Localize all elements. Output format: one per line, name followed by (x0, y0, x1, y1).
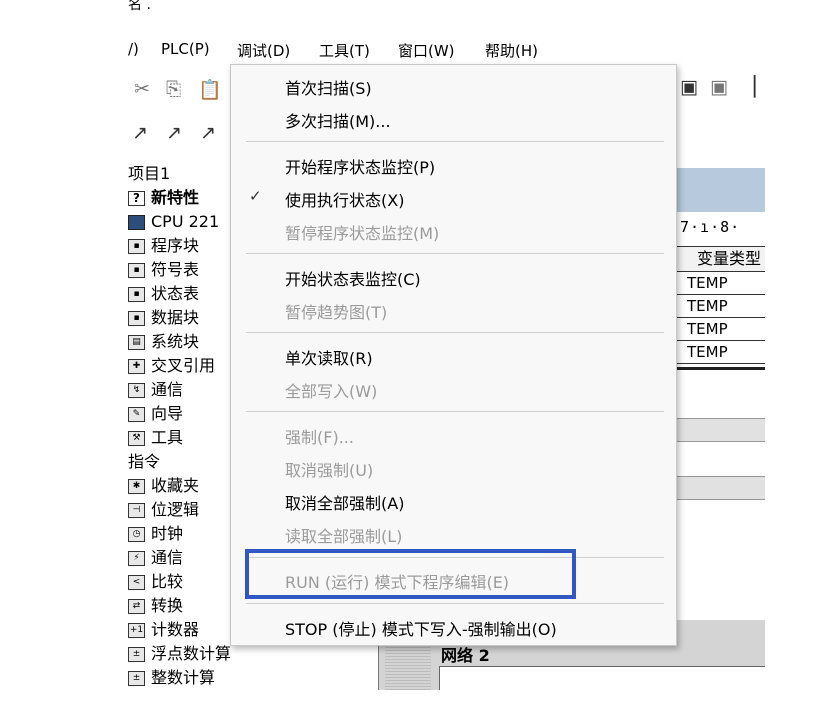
status-table-icon: ▪ (128, 287, 145, 302)
table-row[interactable]: TEMP (676, 295, 765, 318)
contact-arrow-icon[interactable]: ↗ (132, 122, 148, 144)
tree-bit-logic[interactable]: ⊣ 位逻辑 (128, 498, 199, 522)
menu-debug[interactable]: 调试(D) (237, 40, 290, 61)
network-icon[interactable]: ▣ (680, 76, 698, 98)
menu-item-start-program-monitor[interactable]: 开始程序状态监控(P) (231, 151, 676, 177)
tree-convert[interactable]: ⇄ 转换 (128, 594, 183, 618)
comm-icon: ↯ (128, 383, 145, 398)
menu-item-start-table-monitor[interactable]: 开始状态表监控(C) (231, 263, 676, 289)
tree-wizard[interactable]: ✎ 向导 (128, 402, 183, 426)
table-row[interactable]: TEMP (676, 318, 765, 341)
tree-cpu[interactable]: CPU 221 (128, 210, 219, 234)
tree-project[interactable]: 项目1 (128, 162, 170, 186)
tree-float-math[interactable]: ± 浮点数计算 (128, 642, 231, 666)
menu-tools[interactable]: 工具(T) (319, 40, 370, 61)
menu-bar: /) PLC(P) 调试(D) 工具(T) 窗口(W) 帮助(H) (128, 36, 765, 62)
coil-arrow-icon[interactable]: ↗ (166, 122, 182, 144)
title-band (676, 168, 765, 212)
menu-separator (246, 603, 664, 604)
menu-item-stop-mode-write[interactable]: STOP (停止) 模式下写入-强制输出(O) (231, 613, 676, 639)
tree-comm-instr[interactable]: ⚡ 通信 (128, 546, 183, 570)
tree-counter[interactable]: +1 计数器 (128, 618, 199, 642)
tree-clock[interactable]: ◷ 时钟 (128, 522, 183, 546)
tree-int-math[interactable]: ± 整数计算 (128, 666, 215, 690)
tree-program-block[interactable]: ▪ 程序块 (128, 234, 199, 258)
tree-compare[interactable]: < 比较 (128, 570, 183, 594)
tools-icon: ⚒ (128, 431, 145, 446)
tree-cross-ref[interactable]: ✚ 交叉引用 (128, 354, 215, 378)
menu-item-multi-scan[interactable]: 多次扫描(M)... (231, 105, 676, 131)
annotation-highlight-box (245, 549, 576, 599)
check-icon: ✓ (249, 187, 262, 205)
compare-icon: < (128, 575, 145, 590)
var-type-header: 变量类型 (676, 246, 765, 272)
menu-separator (246, 411, 664, 412)
menu-window[interactable]: 窗口(W) (398, 40, 455, 61)
table-divider (676, 367, 765, 370)
float-math-icon: ± (128, 647, 145, 662)
menu-view-partial[interactable]: /) (128, 40, 139, 58)
splitter-bar[interactable] (676, 418, 765, 442)
tree-data-block[interactable]: ▪ 数据块 (128, 306, 199, 330)
variable-table: 变量类型 TEMP TEMP TEMP TEMP (676, 246, 765, 370)
menu-item-pause-program-monitor: 暂停程序状态监控(M) (285, 224, 440, 243)
wizard-icon: ✎ (128, 407, 145, 422)
table-row[interactable]: TEMP (676, 272, 765, 295)
menu-item-force: 强制(F)... (285, 428, 354, 447)
window-title-fragment: 名 . (128, 0, 151, 13)
menu-item-first-scan[interactable]: 首次扫描(S) (231, 72, 676, 98)
menu-help[interactable]: 帮助(H) (485, 40, 538, 61)
cut-icon[interactable]: ✂ (134, 78, 150, 100)
tree-symbol-table[interactable]: ▪ 符号表 (128, 258, 199, 282)
bit-logic-icon: ⊣ (128, 503, 145, 518)
favorites-icon: ✱ (128, 479, 145, 494)
comm-instr-icon: ⚡ (128, 551, 145, 566)
tree-favorites[interactable]: ✱ 收藏夹 (128, 474, 199, 498)
menu-item-write-all: 全部写入(W) (285, 382, 378, 401)
menu-item-unforce: 取消强制(U) (285, 461, 374, 480)
symbol-table-icon: ▪ (128, 263, 145, 278)
menu-separator (246, 332, 664, 333)
copy-icon[interactable]: ⎘ (166, 78, 181, 100)
tree-new-features[interactable]: ? 新特性 (128, 186, 199, 210)
tree-instructions[interactable]: 指令 (128, 450, 160, 474)
counter-icon: +1 (128, 623, 145, 638)
menu-plc[interactable]: PLC(P) (161, 40, 210, 58)
clock-icon: ◷ (128, 527, 145, 542)
cpu-icon (128, 215, 145, 230)
convert-icon: ⇄ (128, 599, 145, 614)
tree-tools[interactable]: ⚒ 工具 (128, 426, 183, 450)
menu-item-use-exec-status[interactable]: ✓ 使用执行状态(X) (231, 184, 676, 210)
program-block-icon: ▪ (128, 239, 145, 254)
network-alt-icon[interactable]: ▣ (710, 76, 728, 98)
splitter-bar[interactable] (676, 476, 765, 500)
menu-item-pause-trend: 暂停趋势图(T) (285, 303, 388, 322)
data-block-icon: ▪ (128, 311, 145, 326)
network-comment-box[interactable] (439, 666, 765, 690)
tree-system-block[interactable]: ▤ 系统块 (128, 330, 199, 354)
int-math-icon: ± (128, 671, 145, 686)
menu-item-read-all-forced: 读取全部强制(L) (285, 527, 403, 546)
paste-icon[interactable]: 📋 (198, 78, 222, 101)
table-row[interactable]: TEMP (676, 341, 765, 364)
tree-comm[interactable]: ↯ 通信 (128, 378, 183, 402)
system-block-icon: ▤ (128, 335, 145, 350)
menu-separator (246, 141, 664, 142)
menu-separator (246, 253, 664, 254)
help-icon: ? (128, 191, 145, 206)
ruler: 7·ı·8· (680, 218, 741, 236)
box-arrow-icon[interactable]: ↗ (200, 122, 216, 144)
menu-item-unforce-all[interactable]: 取消全部强制(A) (231, 487, 676, 513)
toolbar-partial-icon[interactable]: ▏ (754, 76, 765, 98)
cross-ref-icon: ✚ (128, 359, 145, 374)
tree-status-table[interactable]: ▪ 状态表 (128, 282, 199, 306)
menu-item-single-read[interactable]: 单次读取(R) (231, 342, 676, 368)
